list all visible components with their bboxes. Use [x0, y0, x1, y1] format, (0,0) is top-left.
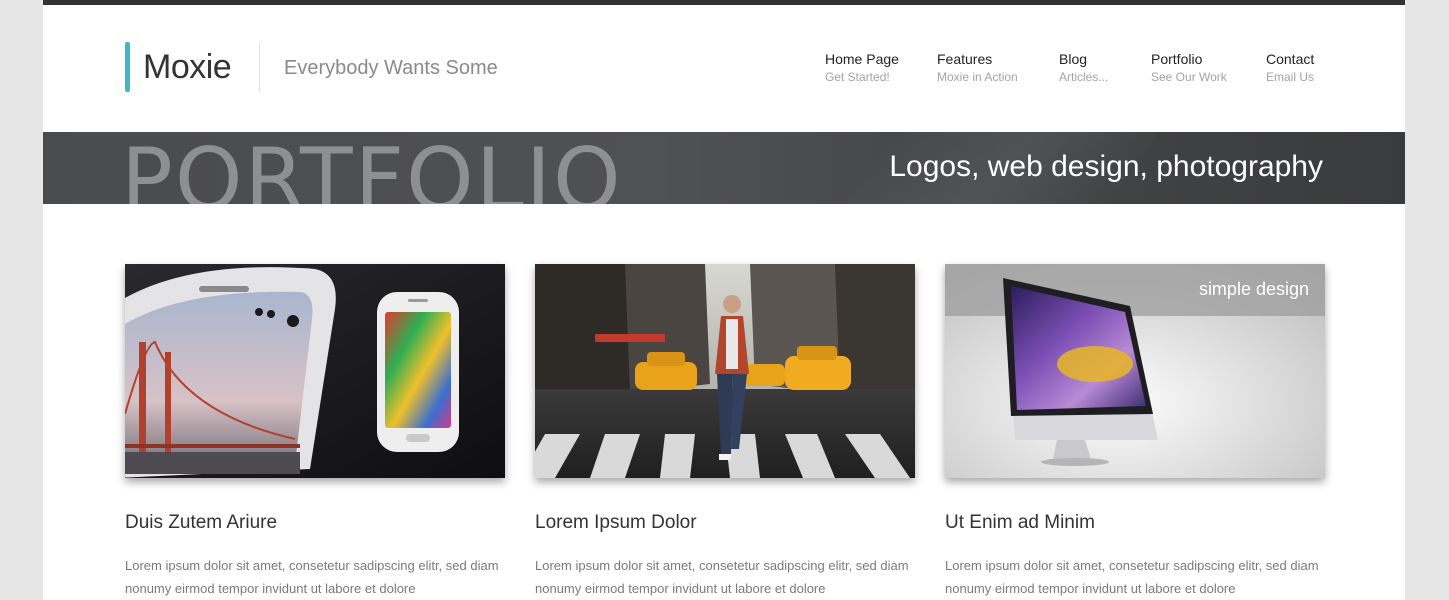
banner-heading: PORTFOLIO [121, 132, 623, 204]
site-header: Moxie Everybody Wants Some Home Page Get… [43, 5, 1405, 132]
nav-item-title: Contact [1266, 51, 1315, 67]
nav-item-title: Home Page [825, 51, 899, 67]
nav-item-subtitle: See Our Work [1151, 70, 1227, 84]
portfolio-item-title[interactable]: Ut Enim ad Minim [945, 512, 1325, 534]
nav-item-subtitle: Get Started! [825, 70, 890, 84]
phones-image [125, 264, 505, 478]
nav-item-features[interactable]: Features Moxie in Action [937, 50, 1018, 86]
portfolio-item-title[interactable]: Duis Zutem Ariure [125, 512, 505, 534]
portfolio-item-description: Lorem ipsum dolor sit amet, consetetur s… [945, 558, 1319, 596]
thumbnail-overlay-text: simple design [1198, 279, 1309, 299]
portfolio-item-description: Lorem ipsum dolor sit amet, consetetur s… [535, 558, 909, 596]
portfolio-item-description: Lorem ipsum dolor sit amet, consetetur s… [125, 558, 499, 596]
nav-item-contact[interactable]: Contact Email Us [1266, 50, 1314, 86]
portfolio-item-title[interactable]: Lorem Ipsum Dolor [535, 512, 915, 534]
page-banner: PORTFOLIO Logos, web design, photography [43, 132, 1405, 204]
portfolio-thumbnail-monitor[interactable]: simple design [945, 264, 1325, 478]
nav-item-subtitle: Articles... [1059, 70, 1109, 84]
nav-item-subtitle: Email Us [1266, 70, 1315, 84]
nav-item-title: Blog [1059, 51, 1088, 67]
nav-item-home[interactable]: Home Page Get Started! [825, 50, 899, 86]
nav-item-blog[interactable]: Blog Articles... [1059, 50, 1108, 86]
portfolio-item: Lorem Ipsum Dolor Lorem ipsum dolor sit … [535, 264, 915, 600]
portfolio-item: simple design Ut Enim ad Minim Lorem ips… [945, 264, 1325, 600]
street-image [535, 264, 915, 478]
portfolio-thumbnail-phones[interactable] [125, 264, 505, 478]
nav-item-title: Features [937, 51, 993, 67]
banner-subtitle: Logos, web design, photography [889, 150, 1323, 183]
portfolio-thumbnail-street[interactable] [535, 264, 915, 478]
portfolio-item: Duis Zutem Ariure Lorem ipsum dolor sit … [125, 264, 505, 600]
nav-item-subtitle: Moxie in Action [937, 70, 1018, 84]
nav-item-portfolio[interactable]: Portfolio See Our Work [1151, 50, 1227, 86]
page: Moxie Everybody Wants Some Home Page Get… [43, 0, 1405, 600]
nav-item-title: Portfolio [1151, 51, 1203, 67]
main-nav: Home Page Get Started! Features Moxie in… [43, 50, 1405, 90]
